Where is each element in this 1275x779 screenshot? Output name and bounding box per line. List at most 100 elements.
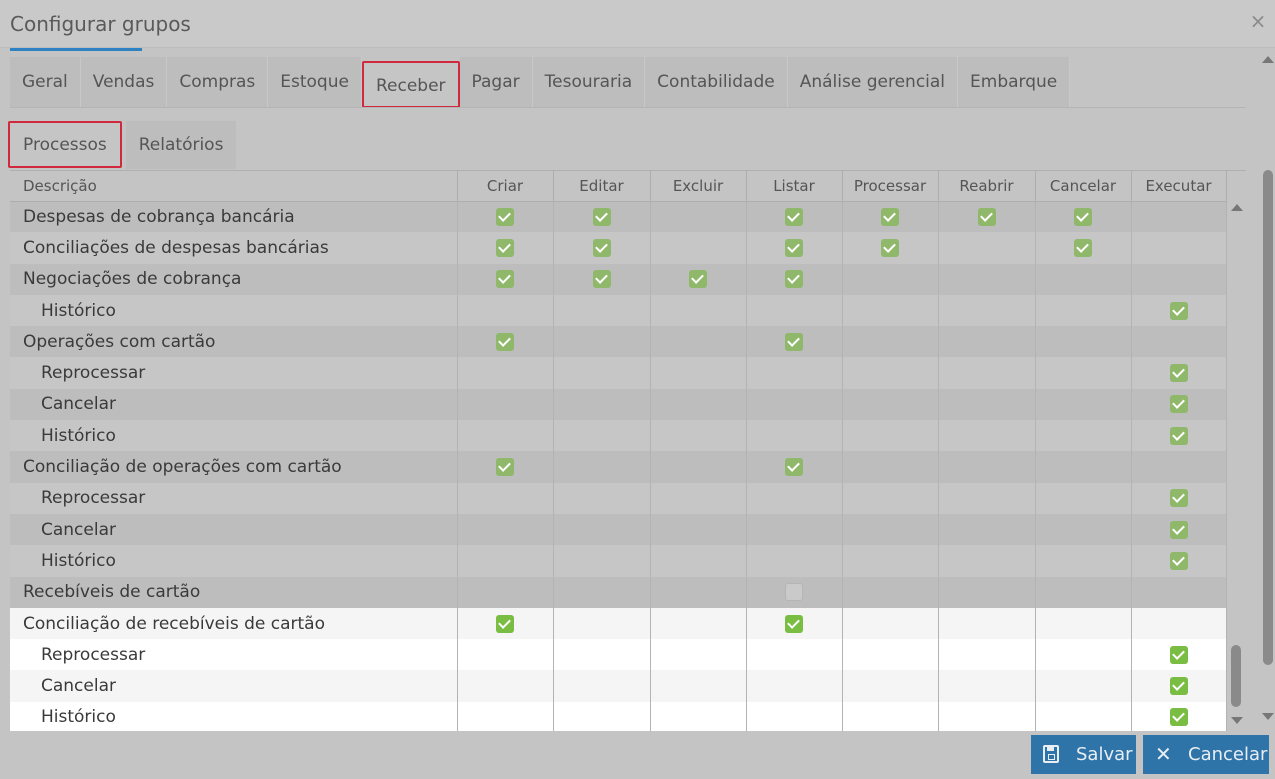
- column-header[interactable]: Cancelar: [1035, 171, 1132, 202]
- table-row[interactable]: Histórico: [10, 420, 1227, 452]
- permission-cell[interactable]: [1131, 232, 1227, 264]
- permission-cell[interactable]: [457, 545, 554, 577]
- tab-embarque[interactable]: Embarque: [958, 57, 1071, 108]
- permission-cell[interactable]: [746, 420, 843, 452]
- permission-cell[interactable]: [746, 513, 843, 546]
- column-header[interactable]: Editar: [553, 171, 651, 202]
- permission-cell[interactable]: [553, 420, 651, 452]
- table-row[interactable]: Cancelar: [10, 670, 1227, 702]
- permission-cell[interactable]: [746, 357, 843, 389]
- permission-cell[interactable]: [1131, 263, 1227, 295]
- tab-tesouraria[interactable]: Tesouraria: [532, 57, 646, 108]
- permission-cell[interactable]: [938, 670, 1036, 702]
- checked-checkbox[interactable]: [496, 207, 514, 226]
- permission-cell[interactable]: [650, 357, 747, 389]
- column-header[interactable]: Processar: [842, 171, 939, 202]
- permission-cell[interactable]: [1131, 201, 1227, 233]
- table-row[interactable]: Reprocessar: [10, 482, 1227, 514]
- table-row[interactable]: Recebíveis de cartão: [10, 576, 1227, 608]
- permission-cell[interactable]: [553, 294, 651, 327]
- permission-cell[interactable]: [457, 670, 554, 702]
- dialog-scrollbar[interactable]: [1261, 50, 1275, 722]
- permission-cell[interactable]: [553, 607, 651, 640]
- permission-cell[interactable]: [1131, 326, 1227, 358]
- checked-checkbox[interactable]: [592, 207, 611, 226]
- permission-cell[interactable]: [457, 639, 554, 671]
- checked-checkbox[interactable]: [977, 207, 996, 226]
- checked-checkbox[interactable]: [1074, 238, 1092, 257]
- permission-cell[interactable]: [842, 607, 939, 640]
- permission-cell[interactable]: [1035, 607, 1132, 640]
- permission-cell[interactable]: [746, 326, 843, 358]
- close-icon[interactable]: ×: [1249, 11, 1267, 31]
- unchecked-checkbox[interactable]: [785, 583, 803, 602]
- subtab-relatórios[interactable]: Relatórios: [125, 121, 237, 169]
- permission-cell[interactable]: [1035, 232, 1132, 264]
- permission-cell[interactable]: [746, 576, 843, 608]
- permission-cell[interactable]: [938, 576, 1036, 608]
- permission-cell[interactable]: [650, 639, 747, 671]
- permission-cell[interactable]: [457, 201, 554, 233]
- tab-análise-gerencial[interactable]: Análise gerencial: [787, 57, 959, 108]
- permission-cell[interactable]: [746, 263, 843, 295]
- permission-cell[interactable]: [1131, 670, 1227, 702]
- permission-cell[interactable]: [938, 482, 1036, 514]
- permission-cell[interactable]: [553, 576, 651, 608]
- permission-cell[interactable]: [1035, 388, 1132, 421]
- permission-cell[interactable]: [457, 576, 554, 608]
- table-row[interactable]: Cancelar: [10, 388, 1227, 421]
- permission-cell[interactable]: [1035, 263, 1132, 295]
- permission-cell[interactable]: [1035, 545, 1132, 577]
- permission-cell[interactable]: [457, 232, 554, 264]
- permission-cell[interactable]: [938, 607, 1036, 640]
- permission-cell[interactable]: [842, 576, 939, 608]
- permission-cell[interactable]: [457, 357, 554, 389]
- permission-cell[interactable]: [938, 201, 1036, 233]
- checked-checkbox[interactable]: [881, 238, 899, 257]
- permission-cell[interactable]: [1131, 545, 1227, 577]
- scroll-down-icon[interactable]: [1262, 713, 1274, 720]
- permission-cell[interactable]: [457, 451, 554, 483]
- permission-cell[interactable]: [1131, 420, 1227, 452]
- permission-cell[interactable]: [938, 232, 1036, 264]
- permission-cell[interactable]: [650, 201, 747, 233]
- checked-checkbox[interactable]: [1169, 551, 1188, 570]
- permission-cell[interactable]: [553, 326, 651, 358]
- permission-cell[interactable]: [650, 670, 747, 702]
- permission-cell[interactable]: [842, 357, 939, 389]
- permission-cell[interactable]: [938, 701, 1036, 734]
- permission-cell[interactable]: [746, 294, 843, 327]
- checked-checkbox[interactable]: [1169, 645, 1188, 664]
- permission-cell[interactable]: [746, 482, 843, 514]
- scroll-up-icon[interactable]: [1262, 56, 1274, 63]
- permission-cell[interactable]: [938, 545, 1036, 577]
- permission-cell[interactable]: [553, 201, 651, 233]
- permission-cell[interactable]: [650, 513, 747, 546]
- permission-cell[interactable]: [1035, 357, 1132, 389]
- permission-cell[interactable]: [938, 357, 1036, 389]
- checked-checkbox[interactable]: [1169, 677, 1188, 696]
- permission-cell[interactable]: [1035, 326, 1132, 358]
- permission-cell[interactable]: [842, 294, 939, 327]
- permission-cell[interactable]: [746, 639, 843, 671]
- permission-cell[interactable]: [1131, 451, 1227, 483]
- permission-cell[interactable]: [1131, 607, 1227, 640]
- permission-cell[interactable]: [457, 263, 554, 295]
- permission-cell[interactable]: [650, 420, 747, 452]
- permission-cell[interactable]: [842, 513, 939, 546]
- checked-checkbox[interactable]: [785, 458, 803, 477]
- permission-cell[interactable]: [842, 420, 939, 452]
- save-button[interactable]: Salvar: [1031, 735, 1136, 774]
- checked-checkbox[interactable]: [785, 614, 803, 633]
- column-header[interactable]: Excluir: [650, 171, 747, 202]
- column-header[interactable]: Reabrir: [938, 171, 1036, 202]
- permission-cell[interactable]: [842, 639, 939, 671]
- tab-contabilidade[interactable]: Contabilidade: [645, 57, 788, 108]
- permission-cell[interactable]: [553, 482, 651, 514]
- permission-cell[interactable]: [650, 607, 747, 640]
- permission-cell[interactable]: [842, 388, 939, 421]
- permission-cell[interactable]: [746, 451, 843, 483]
- table-row[interactable]: Cancelar: [10, 513, 1227, 546]
- checked-checkbox[interactable]: [1169, 708, 1188, 727]
- table-row[interactable]: Despesas de cobrança bancária: [10, 201, 1227, 233]
